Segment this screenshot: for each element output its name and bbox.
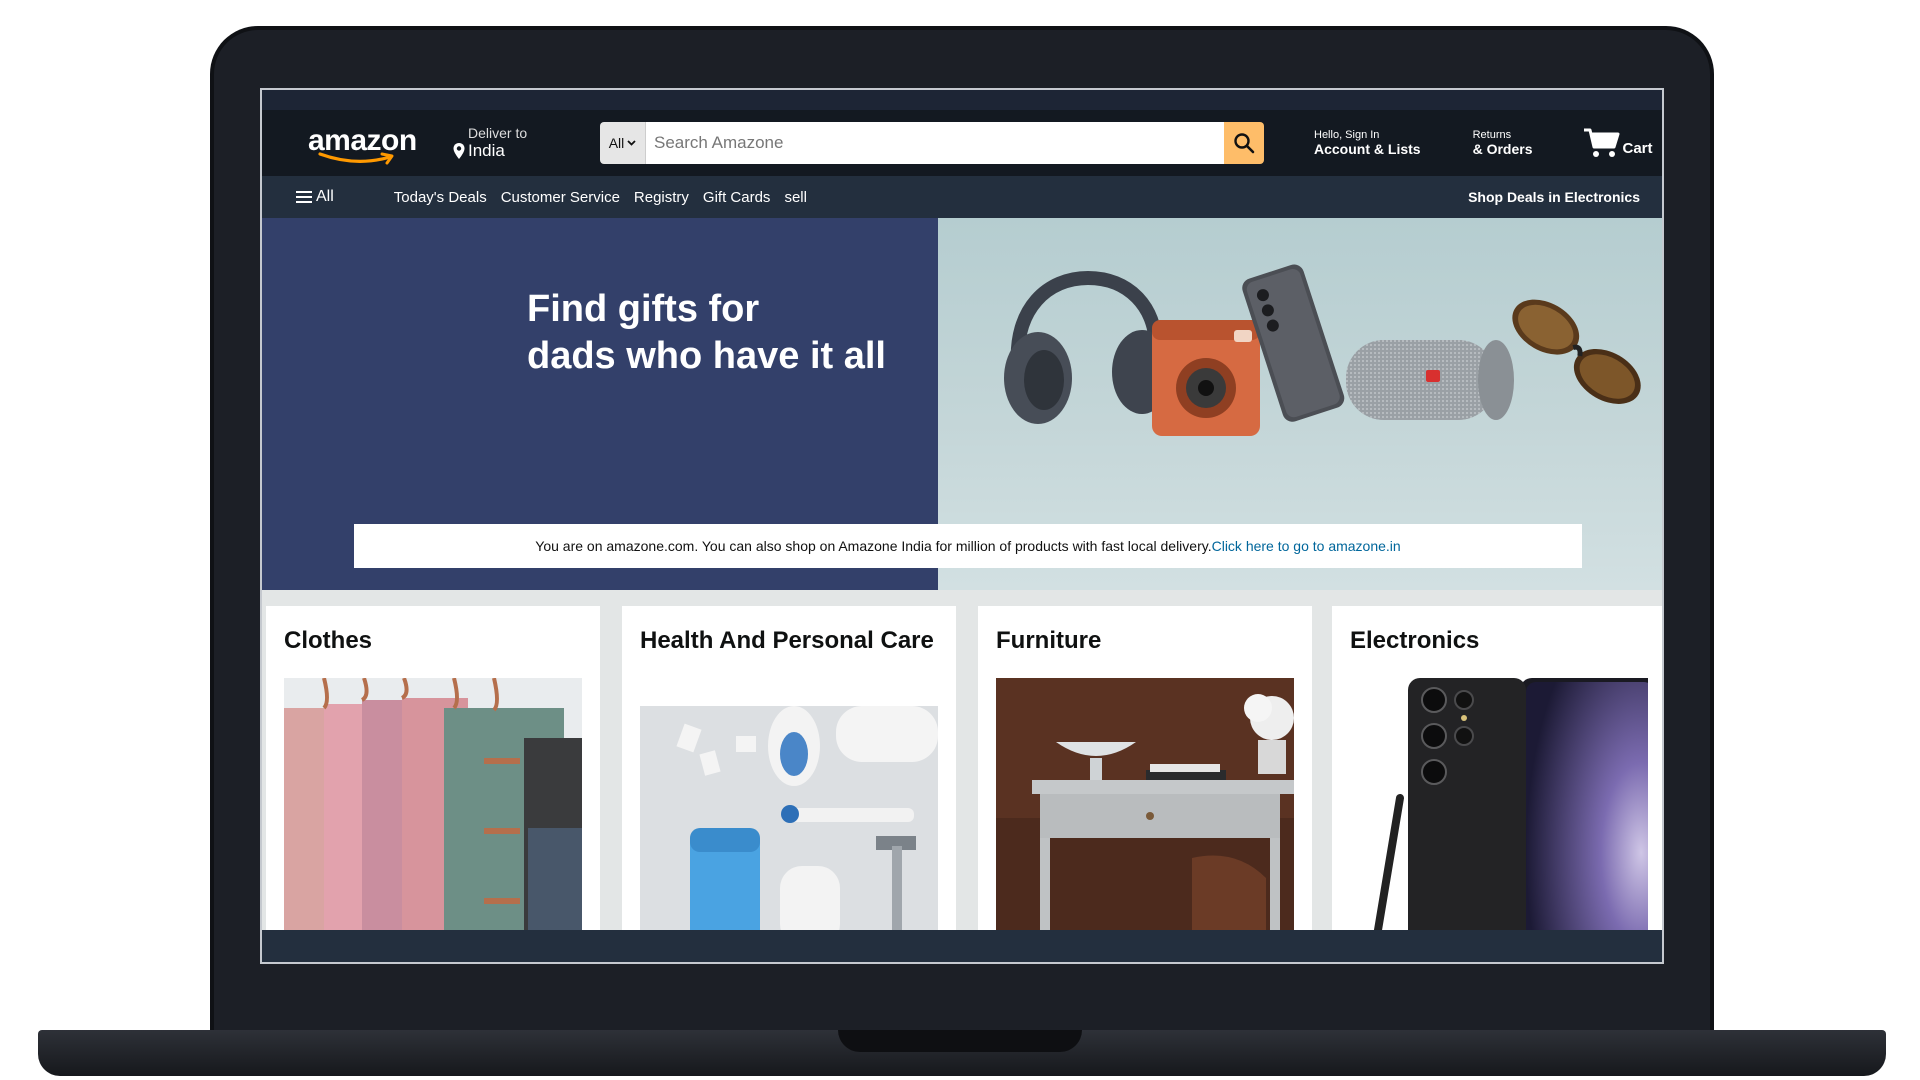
logo-smile-icon (318, 152, 394, 165)
clothes-image (284, 678, 582, 962)
nav-link-customer-service[interactable]: Customer Service (501, 189, 620, 206)
nav-promo-link[interactable]: Shop Deals in Electronics (1468, 189, 1640, 205)
health-care-image (640, 706, 938, 962)
site-header: amazon Deliver to India All Search Amazo… (262, 110, 1662, 176)
deliver-to[interactable]: Deliver to India (452, 125, 560, 161)
search-icon (1234, 133, 1255, 154)
nav-all-label: All (316, 188, 334, 205)
screen-bottom-strip (262, 930, 1662, 962)
nav-all-menu[interactable]: All (296, 188, 334, 206)
hero-title-line2: dads who have it all (527, 335, 886, 377)
card-clothes[interactable]: Clothes (266, 606, 600, 962)
nav-links: Today's Deals Customer Service Registry … (394, 189, 807, 206)
nav-link-registry[interactable]: Registry (634, 189, 689, 206)
screen-top-strip (262, 90, 1662, 110)
nav-bar: All Today's Deals Customer Service Regis… (262, 176, 1662, 218)
laptop-notch (838, 1030, 1082, 1052)
hero-title-line1: Find gifts for (527, 288, 760, 330)
search-input[interactable] (646, 122, 1224, 164)
deliver-label: Deliver to (468, 125, 528, 141)
search-category-label: All (608, 135, 625, 151)
notice-text: You are on amazone.com. You can also sho… (535, 538, 1212, 554)
returns-label: Returns (1472, 129, 1512, 141)
account-label: Account & Lists (1314, 141, 1421, 157)
locale-notice: You are on amazone.com. You can also sho… (354, 524, 1582, 568)
deliver-location: India (468, 141, 505, 160)
notice-link[interactable]: Click here to go to amazone.in (1212, 538, 1401, 554)
card-title: Electronics (1350, 627, 1480, 654)
search-bar: All (600, 122, 1264, 164)
category-cards: Clothes Health And Personal Care Furnitu… (262, 590, 1662, 962)
laptop-screen: amazon Deliver to India All Search Amazo… (260, 88, 1664, 964)
cart-label: Cart (1622, 140, 1653, 157)
orders-label: & Orders (1472, 141, 1533, 157)
hero-title: Find gifts for dads who have it all (527, 286, 947, 380)
chevron-down-icon (627, 140, 636, 146)
nav-link-gift-cards[interactable]: Gift Cards (703, 189, 771, 206)
nav-link-todays-deals[interactable]: Today's Deals (394, 189, 487, 206)
furniture-image (996, 678, 1294, 962)
returns-orders[interactable]: Returns & Orders (1473, 129, 1533, 157)
location-pin-icon (453, 143, 465, 159)
account-lists[interactable]: Hello, Sign In Account & Lists (1314, 129, 1421, 157)
card-furniture[interactable]: Furniture (978, 606, 1312, 962)
hamburger-menu-icon (296, 191, 312, 203)
search-category-select[interactable]: All (600, 122, 646, 164)
hero-banner[interactable]: Find gifts for dads who have it all You … (262, 218, 1662, 590)
cart-button[interactable]: Cart (1583, 127, 1653, 159)
amazon-logo[interactable]: amazon (306, 118, 417, 168)
account-greeting: Hello, Sign In (1314, 129, 1380, 141)
card-electronics[interactable]: Electronics (1332, 606, 1662, 962)
card-health[interactable]: Health And Personal Care (622, 606, 956, 962)
hero-products-image (1004, 264, 1641, 436)
nav-link-sell[interactable]: sell (784, 189, 807, 206)
cart-icon (1583, 128, 1619, 157)
search-button[interactable] (1224, 122, 1264, 164)
card-title: Furniture (996, 627, 1102, 654)
card-title: Health And Personal Care (640, 627, 934, 654)
electronics-image (1350, 678, 1648, 962)
card-title: Clothes (284, 627, 373, 654)
